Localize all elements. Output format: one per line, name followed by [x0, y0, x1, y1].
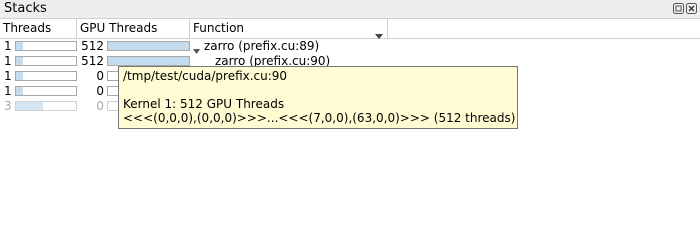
- gpu-bar-fill: [108, 57, 189, 65]
- gpu-bar: [107, 56, 190, 66]
- row-gpu-count: 0: [96, 99, 104, 113]
- row-gpu-count: 0: [96, 69, 104, 83]
- panel-title: Stacks: [4, 1, 47, 16]
- header-threads[interactable]: Threads: [0, 19, 77, 38]
- gpu-bar-fill: [108, 42, 189, 50]
- header-function-label: Function: [193, 21, 245, 35]
- tooltip-kernel: Kernel 1: 512 GPU Threads: [123, 97, 285, 111]
- thread-bar: [15, 56, 77, 66]
- thread-bar: [15, 71, 77, 81]
- row-function: zarro (prefix.cu:89): [204, 39, 320, 53]
- float-panel-icon[interactable]: [673, 3, 684, 14]
- row-thread-count: 1: [4, 39, 12, 53]
- thread-bar-fill: [16, 102, 43, 110]
- close-panel-icon[interactable]: [686, 3, 697, 14]
- gpu-bar: [107, 41, 190, 51]
- row-gpu-count: 512: [81, 39, 104, 53]
- thread-bar: [15, 101, 77, 111]
- row-thread-count: 3: [4, 99, 12, 113]
- row-gpu-count: 512: [81, 54, 104, 68]
- tooltip-path: /tmp/test/cuda/prefix.cu:90: [123, 69, 288, 83]
- stack-tooltip: /tmp/test/cuda/prefix.cu:90 Kernel 1: 51…: [118, 66, 518, 129]
- thread-bar: [15, 41, 77, 51]
- row-thread-count: 1: [4, 54, 12, 68]
- thread-bar-fill: [16, 72, 24, 80]
- thread-bar-fill: [16, 42, 24, 50]
- thread-bar-fill: [16, 57, 24, 65]
- tree-row[interactable]: 1 512 zarro (prefix.cu:89): [0, 39, 700, 54]
- tooltip-spacer: [123, 83, 513, 97]
- thread-bar-fill: [16, 87, 24, 95]
- header-function[interactable]: Function: [190, 19, 388, 39]
- row-gpu-count: 0: [96, 84, 104, 98]
- thread-bar: [15, 86, 77, 96]
- tooltip-range: <<<(0,0,0),(0,0,0)>>>...<<<(7,0,0),(63,0…: [123, 111, 516, 125]
- row-thread-count: 1: [4, 69, 12, 83]
- header-gpu-threads[interactable]: GPU Threads: [77, 19, 190, 38]
- row-thread-count: 1: [4, 84, 12, 98]
- column-header: Threads GPU Threads Function: [0, 19, 700, 39]
- panel-titlebar: Stacks: [0, 0, 700, 19]
